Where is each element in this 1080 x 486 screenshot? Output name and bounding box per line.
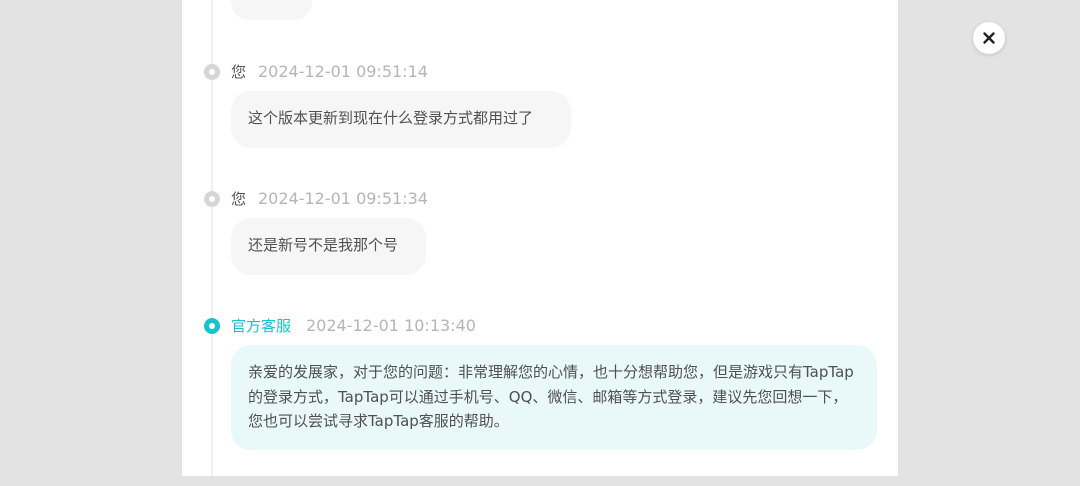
close-button[interactable] xyxy=(973,22,1005,54)
close-icon xyxy=(983,32,995,44)
message-header: 官方客服 2024-12-01 10:13:40 xyxy=(182,315,882,337)
sender-name: 官方客服 xyxy=(231,317,292,335)
message-header: 您 2024-12-01 09:51:14 xyxy=(182,61,882,83)
message-timestamp: 2024-12-01 09:51:34 xyxy=(258,189,428,208)
message-header: 您 2024-12-01 09:51:34 xyxy=(182,188,882,210)
timeline-dot-icon xyxy=(204,318,220,334)
message-timestamp: 2024-12-01 10:13:40 xyxy=(306,316,476,335)
message-bubble: 亲爱的发展家，对于您的问题：非常理解您的心情，也十分想帮助您，但是游戏只有Tap… xyxy=(231,345,877,450)
previous-message-bubble xyxy=(231,0,312,20)
message-timestamp: 2024-12-01 09:51:14 xyxy=(258,62,428,81)
conversation-panel: 您 2024-12-01 09:51:14 这个版本更新到现在什么登录方式都用过… xyxy=(182,0,898,476)
timeline-dot-icon xyxy=(204,191,220,207)
timeline-dot-icon xyxy=(204,64,220,80)
message-bubble: 这个版本更新到现在什么登录方式都用过了 xyxy=(231,91,571,148)
message-bubble: 还是新号不是我那个号 xyxy=(231,218,426,275)
sender-name: 您 xyxy=(231,190,247,208)
sender-name: 您 xyxy=(231,63,247,81)
